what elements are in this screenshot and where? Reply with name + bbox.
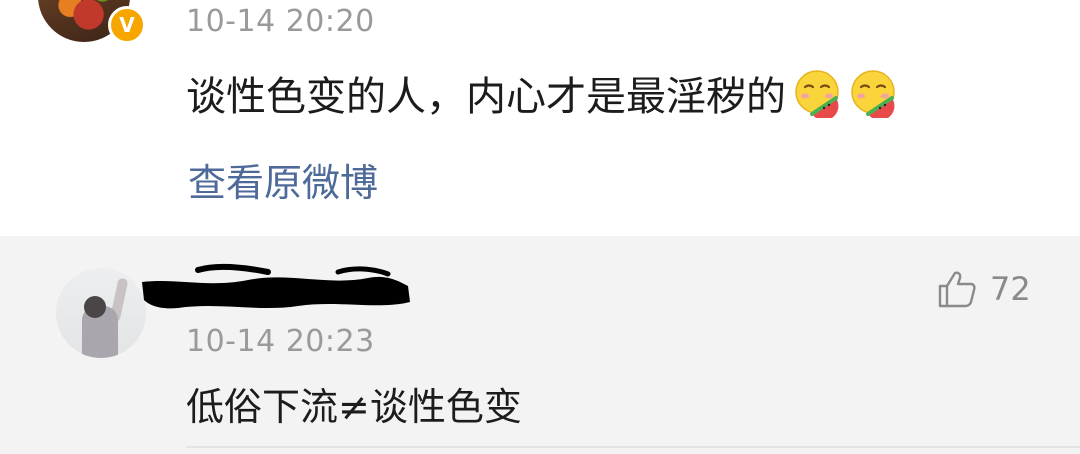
avatar-figure-head <box>84 296 106 318</box>
comment-text: 谈性色变的人，内心才是最淫秽的 <box>186 74 786 120</box>
like-count: 72 <box>990 270 1031 308</box>
divider <box>186 446 1080 448</box>
comment-timestamp: 10-14 20:20 <box>186 4 375 39</box>
top-comment-card: V 10-14 20:20 谈性色变的人，内心才是最淫秽的 查看原微博 <box>0 0 1080 236</box>
reply-timestamp: 10-14 20:23 <box>186 324 375 359</box>
melon-eating-emoji-icon <box>792 68 842 118</box>
verified-badge-icon: V <box>108 6 146 44</box>
view-original-post-link[interactable]: 查看原微博 <box>188 152 378 207</box>
avatar[interactable] <box>56 268 146 358</box>
reply-text: 低俗下流≠谈性色变 <box>186 385 522 429</box>
redacted-username <box>138 260 414 316</box>
comment-text-row: 谈性色变的人，内心才是最淫秽的 <box>186 64 898 122</box>
melon-eating-emoji-icon <box>848 68 898 118</box>
like-button[interactable]: 72 <box>936 268 1031 310</box>
reply-card: 10-14 20:23 低俗下流≠谈性色变 72 <box>0 236 1080 454</box>
thumbs-up-icon <box>938 271 976 308</box>
comment-thread: V 10-14 20:20 谈性色变的人，内心才是最淫秽的 查看原微博 10-1… <box>0 0 1080 454</box>
